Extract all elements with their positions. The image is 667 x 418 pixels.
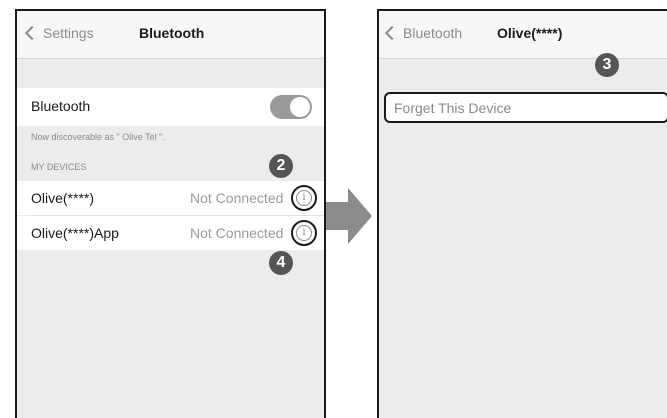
device-info-button[interactable]: i <box>291 220 317 246</box>
device-row[interactable]: Olive(****)App Not Connected i <box>17 216 324 250</box>
section-header-my-devices: MY DEVICES <box>31 162 87 172</box>
bluetooth-row: Bluetooth <box>17 88 324 126</box>
device-status: Not Connected <box>190 190 284 206</box>
back-button[interactable]: Settings <box>24 25 94 41</box>
bluetooth-label: Bluetooth <box>31 98 91 114</box>
back-button[interactable]: Bluetooth <box>384 25 463 41</box>
chevron-left-icon <box>384 25 400 41</box>
back-label: Settings <box>43 25 94 41</box>
device-name: Olive(****)App <box>31 225 119 241</box>
info-circle-icon: i <box>296 190 312 206</box>
device-detail-screen: Bluetooth Olive(****) 3 Forget This Devi… <box>377 9 667 418</box>
info-circle-icon: i <box>296 225 312 241</box>
back-label: Bluetooth <box>403 25 463 41</box>
step-badge: 3 <box>595 53 619 77</box>
bluetooth-toggle[interactable] <box>270 95 312 119</box>
page-title: Bluetooth <box>139 25 205 41</box>
chevron-left-icon <box>24 25 40 41</box>
device-row[interactable]: Olive(****) Not Connected i <box>17 181 324 215</box>
navigation-bar: Settings Bluetooth <box>17 11 324 59</box>
device-name: Olive(****) <box>31 190 95 206</box>
arrow-right-icon <box>326 188 372 244</box>
device-info-button[interactable]: i <box>291 185 317 211</box>
toggle-knob <box>290 97 310 117</box>
forget-device-button[interactable]: Forget This Device <box>384 92 667 123</box>
bluetooth-settings-screen: Settings Bluetooth Bluetooth Now discove… <box>15 9 326 418</box>
step-badge: 4 <box>269 251 293 275</box>
discoverable-text: Now discoverable as " Olive Tel ". <box>31 132 165 142</box>
forget-device-label: Forget This Device <box>394 100 512 116</box>
step-badge: 2 <box>269 154 293 178</box>
navigation-bar: Bluetooth Olive(****) <box>379 11 667 59</box>
page-title: Olive(****) <box>497 25 563 41</box>
device-status: Not Connected <box>190 225 284 241</box>
